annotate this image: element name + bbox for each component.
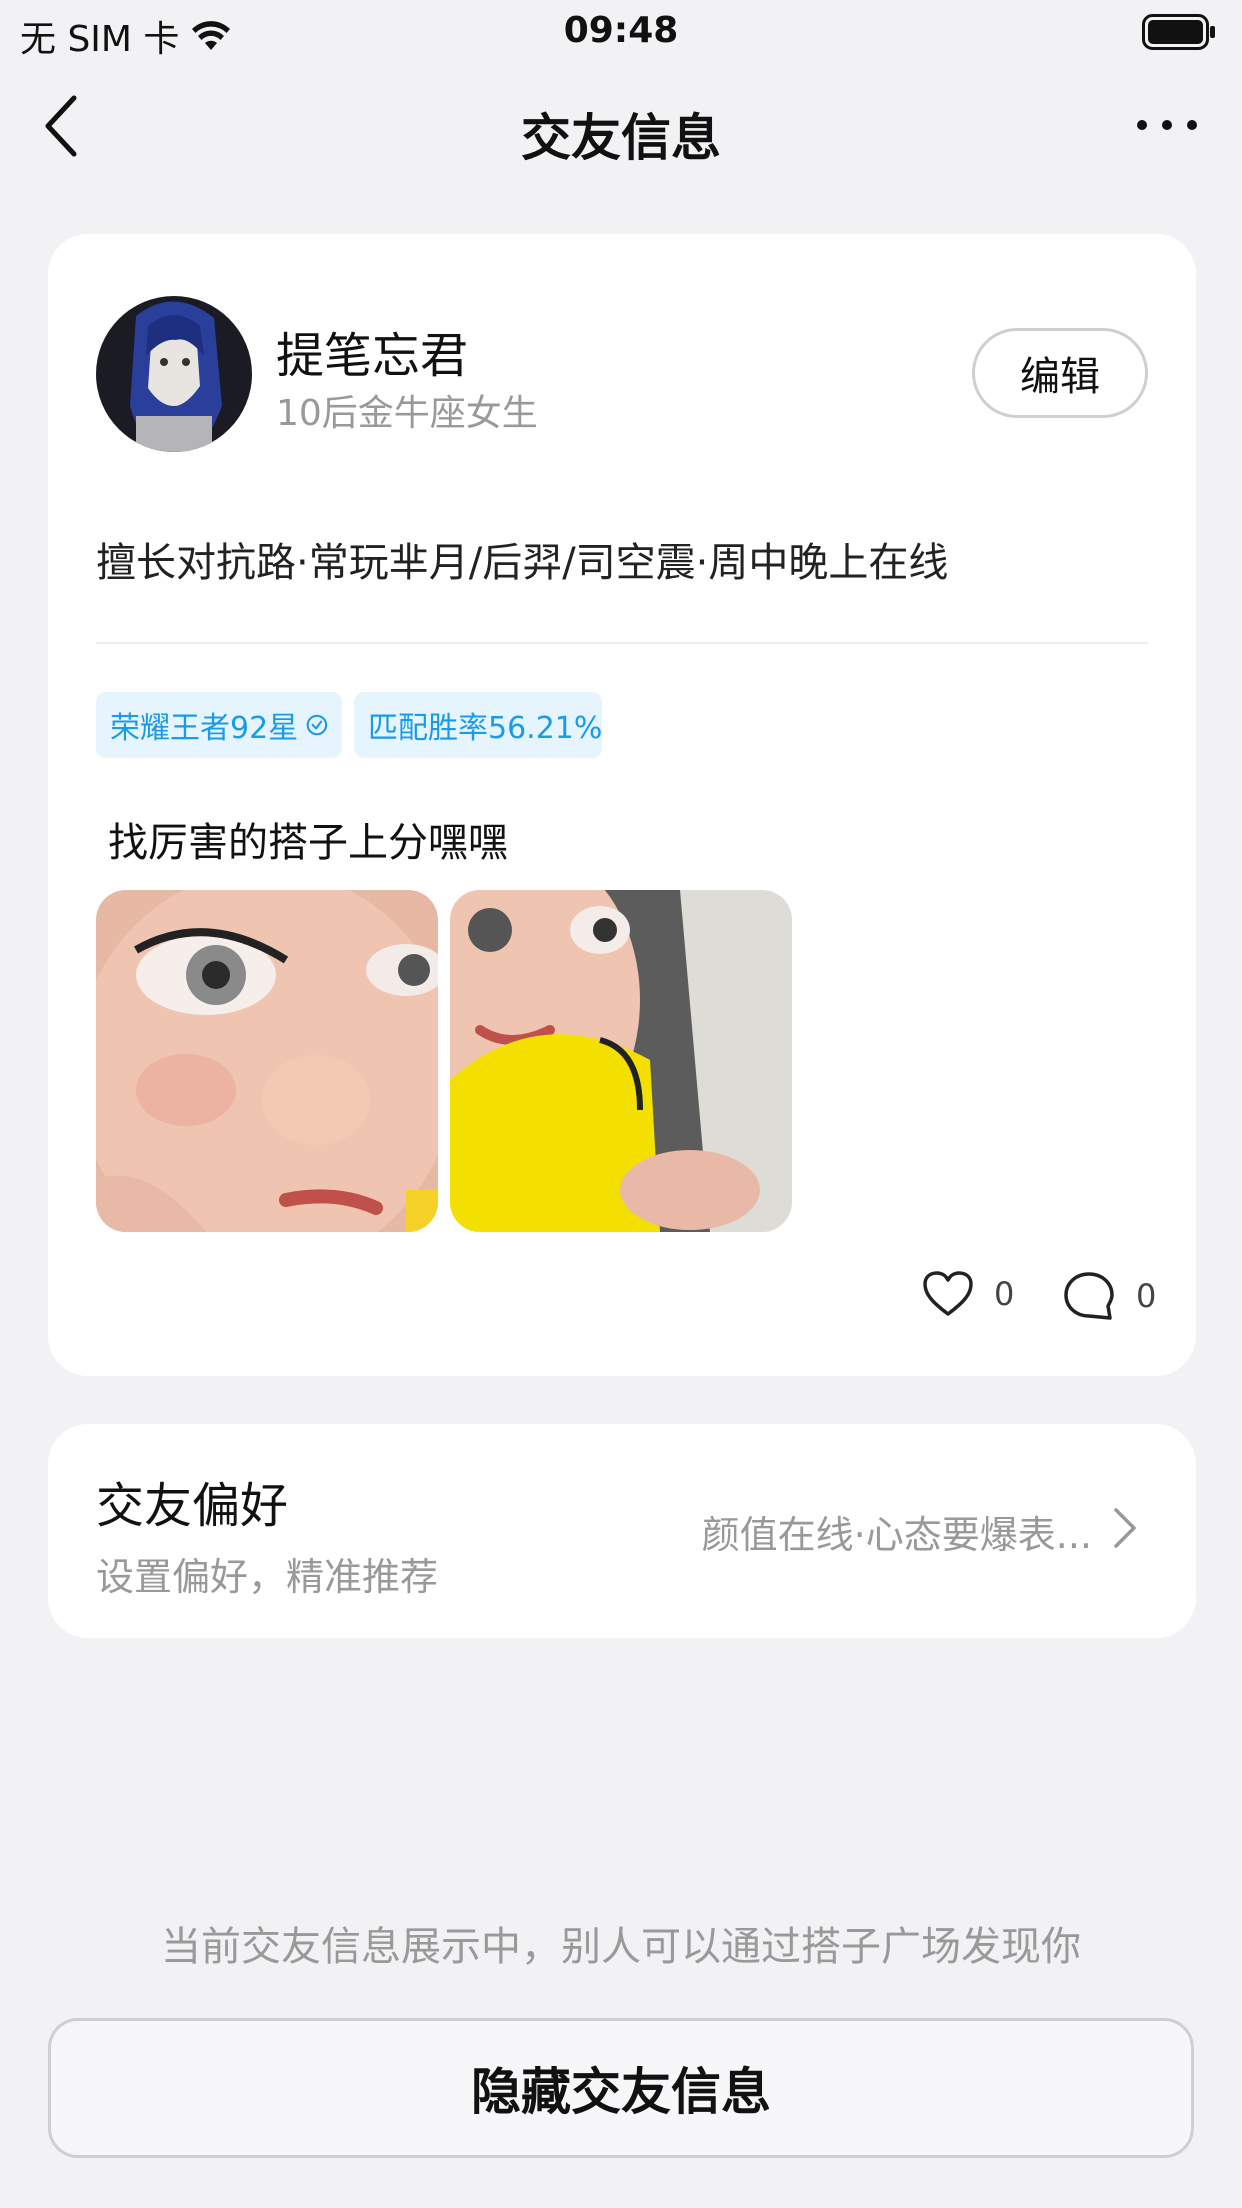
preference-title: 交友偏好 xyxy=(96,1478,289,1534)
comment-count: 0 xyxy=(1136,1277,1157,1315)
user-subtitle: 10后金牛座女生 xyxy=(276,393,538,434)
status-bar: 无 SIM 卡 09:48 xyxy=(0,0,1242,64)
comment-stat[interactable]: 0 xyxy=(1062,1270,1156,1322)
verified-check-icon xyxy=(306,714,328,736)
preference-card[interactable]: 交友偏好 设置偏好，精准推荐 颜值在线·心态要爆表... xyxy=(48,1424,1196,1638)
comment-icon xyxy=(1064,1272,1114,1320)
visibility-notice: 当前交友信息展示中，别人可以通过搭子广场发现你 xyxy=(161,1924,1081,1970)
profile-description: 擅长对抗路·常玩芈月/后羿/司空震·周中晚上在线 xyxy=(96,540,949,586)
post-photo[interactable] xyxy=(450,890,792,1232)
rank-tag: 荣耀王者92星 xyxy=(96,692,342,758)
like-count: 0 xyxy=(994,1275,1015,1313)
like-stat[interactable]: 0 xyxy=(922,1270,1014,1318)
hide-info-button[interactable]: 隐藏交友信息 xyxy=(48,2018,1194,2158)
divider xyxy=(96,642,1148,644)
user-name: 提笔忘君 xyxy=(276,328,469,384)
preference-subtitle: 设置偏好，精准推荐 xyxy=(96,1555,439,1599)
winrate-tag-label: 匹配胜率56.21% xyxy=(368,711,603,746)
rank-tag-label: 荣耀王者92星 xyxy=(110,711,299,746)
edit-button[interactable]: 编辑 xyxy=(972,328,1148,418)
post-text: 找厉害的搭子上分嘿嘿 xyxy=(108,820,508,866)
chevron-right-icon xyxy=(1114,1508,1136,1548)
profile-card: 提笔忘君 10后金牛座女生 编辑 擅长对抗路·常玩芈月/后羿/司空震·周中晚上在… xyxy=(48,234,1196,1376)
avatar[interactable] xyxy=(96,296,252,452)
clock: 09:48 xyxy=(563,10,679,51)
more-icon[interactable] xyxy=(1132,110,1202,140)
battery-icon xyxy=(1142,14,1215,50)
preference-value: 颜值在线·心态要爆表... xyxy=(701,1513,1092,1557)
post-photo[interactable] xyxy=(96,890,438,1232)
heart-icon xyxy=(923,1271,973,1316)
page-title: 交友信息 xyxy=(521,109,721,167)
winrate-tag: 匹配胜率56.21% xyxy=(354,692,602,758)
nav-bar: 交友信息 xyxy=(0,76,1242,176)
